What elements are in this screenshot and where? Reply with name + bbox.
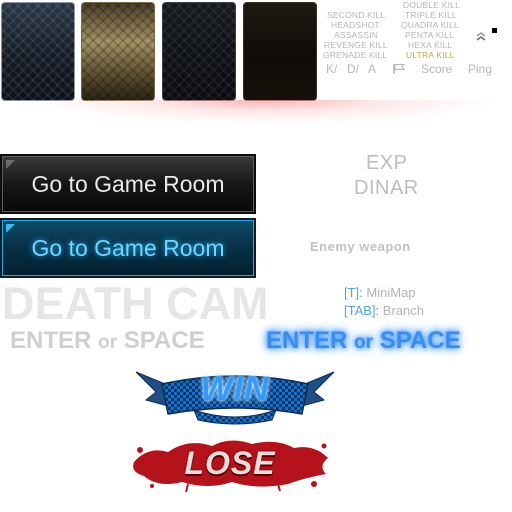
texture-tile-brown xyxy=(243,2,317,101)
texture-tile-dark xyxy=(162,2,236,101)
scroll-icon[interactable] xyxy=(476,31,486,43)
header-score: Score xyxy=(421,62,453,76)
marker-square xyxy=(492,28,497,33)
corner-accent xyxy=(6,224,15,233)
space-word: SPACE xyxy=(123,327,205,354)
header-kills: K/ xyxy=(326,62,338,76)
enter-word: ENTER xyxy=(266,327,348,354)
minimap-text: MiniMap xyxy=(366,285,416,300)
minimap-hint: [T]: MiniMap xyxy=(344,285,416,300)
kill-label-ultra: ULTRA KILL xyxy=(406,50,455,60)
flag-icon xyxy=(393,63,406,74)
win-banner: WIN xyxy=(132,362,338,428)
kill-label-hexa: HEXA KILL xyxy=(408,40,453,50)
header-assists: A xyxy=(368,62,377,76)
go-to-game-room-button[interactable]: Go to Game Room xyxy=(0,154,256,214)
kill-label-triple: TRIPLE KILL xyxy=(405,10,457,20)
header-ping: Ping xyxy=(468,62,493,76)
or-word: or xyxy=(98,332,118,353)
kill-label-revenge: REVENGE KILL xyxy=(324,40,388,50)
space-word: SPACE xyxy=(379,327,461,354)
button-label: Go to Game Room xyxy=(31,170,225,197)
texture-tile-blue xyxy=(1,2,75,101)
branch-hint: [TAB]: Branch xyxy=(344,303,424,318)
enter-word: ENTER xyxy=(10,327,92,354)
kill-label-assassin: ASSASSIN xyxy=(334,30,379,40)
divider-glow xyxy=(30,100,500,124)
lose-text: LOSE xyxy=(184,445,276,481)
kill-label-second: SECOND KILL xyxy=(327,10,386,20)
enemy-weapon-label: Enemy weapon xyxy=(310,239,411,254)
exp-label: EXP xyxy=(366,152,408,174)
header-deaths: D/ xyxy=(347,62,359,76)
branch-key: [TAB]: xyxy=(344,303,380,318)
kill-label-double: DOUBLE KILL xyxy=(403,0,461,10)
or-word: or xyxy=(354,332,374,353)
death-cam-title: DEATH CAM xyxy=(2,278,269,329)
win-text: WIN xyxy=(200,370,270,408)
minimap-key: [T]: xyxy=(344,285,363,300)
dinar-label: DINAR xyxy=(354,177,419,199)
kill-label-quadra: QUADRA KILL xyxy=(401,20,459,30)
button-label: Go to Game Room xyxy=(31,234,225,261)
kill-label-grenade: GRENADE KILL xyxy=(323,50,388,60)
enter-or-space-prompt-glow: ENTER or SPACE xyxy=(266,327,461,355)
kill-label-headshot: HEADSHOT xyxy=(331,20,380,30)
lose-banner: LOSE xyxy=(128,432,332,492)
go-to-game-room-button-hover[interactable]: Go to Game Room xyxy=(0,218,256,278)
enter-or-space-prompt: ENTER or SPACE xyxy=(10,327,205,355)
kill-label-penta: PENTA KILL xyxy=(405,30,455,40)
branch-text: Branch xyxy=(382,303,424,318)
texture-tile-gold xyxy=(81,2,155,101)
corner-accent xyxy=(6,160,15,169)
